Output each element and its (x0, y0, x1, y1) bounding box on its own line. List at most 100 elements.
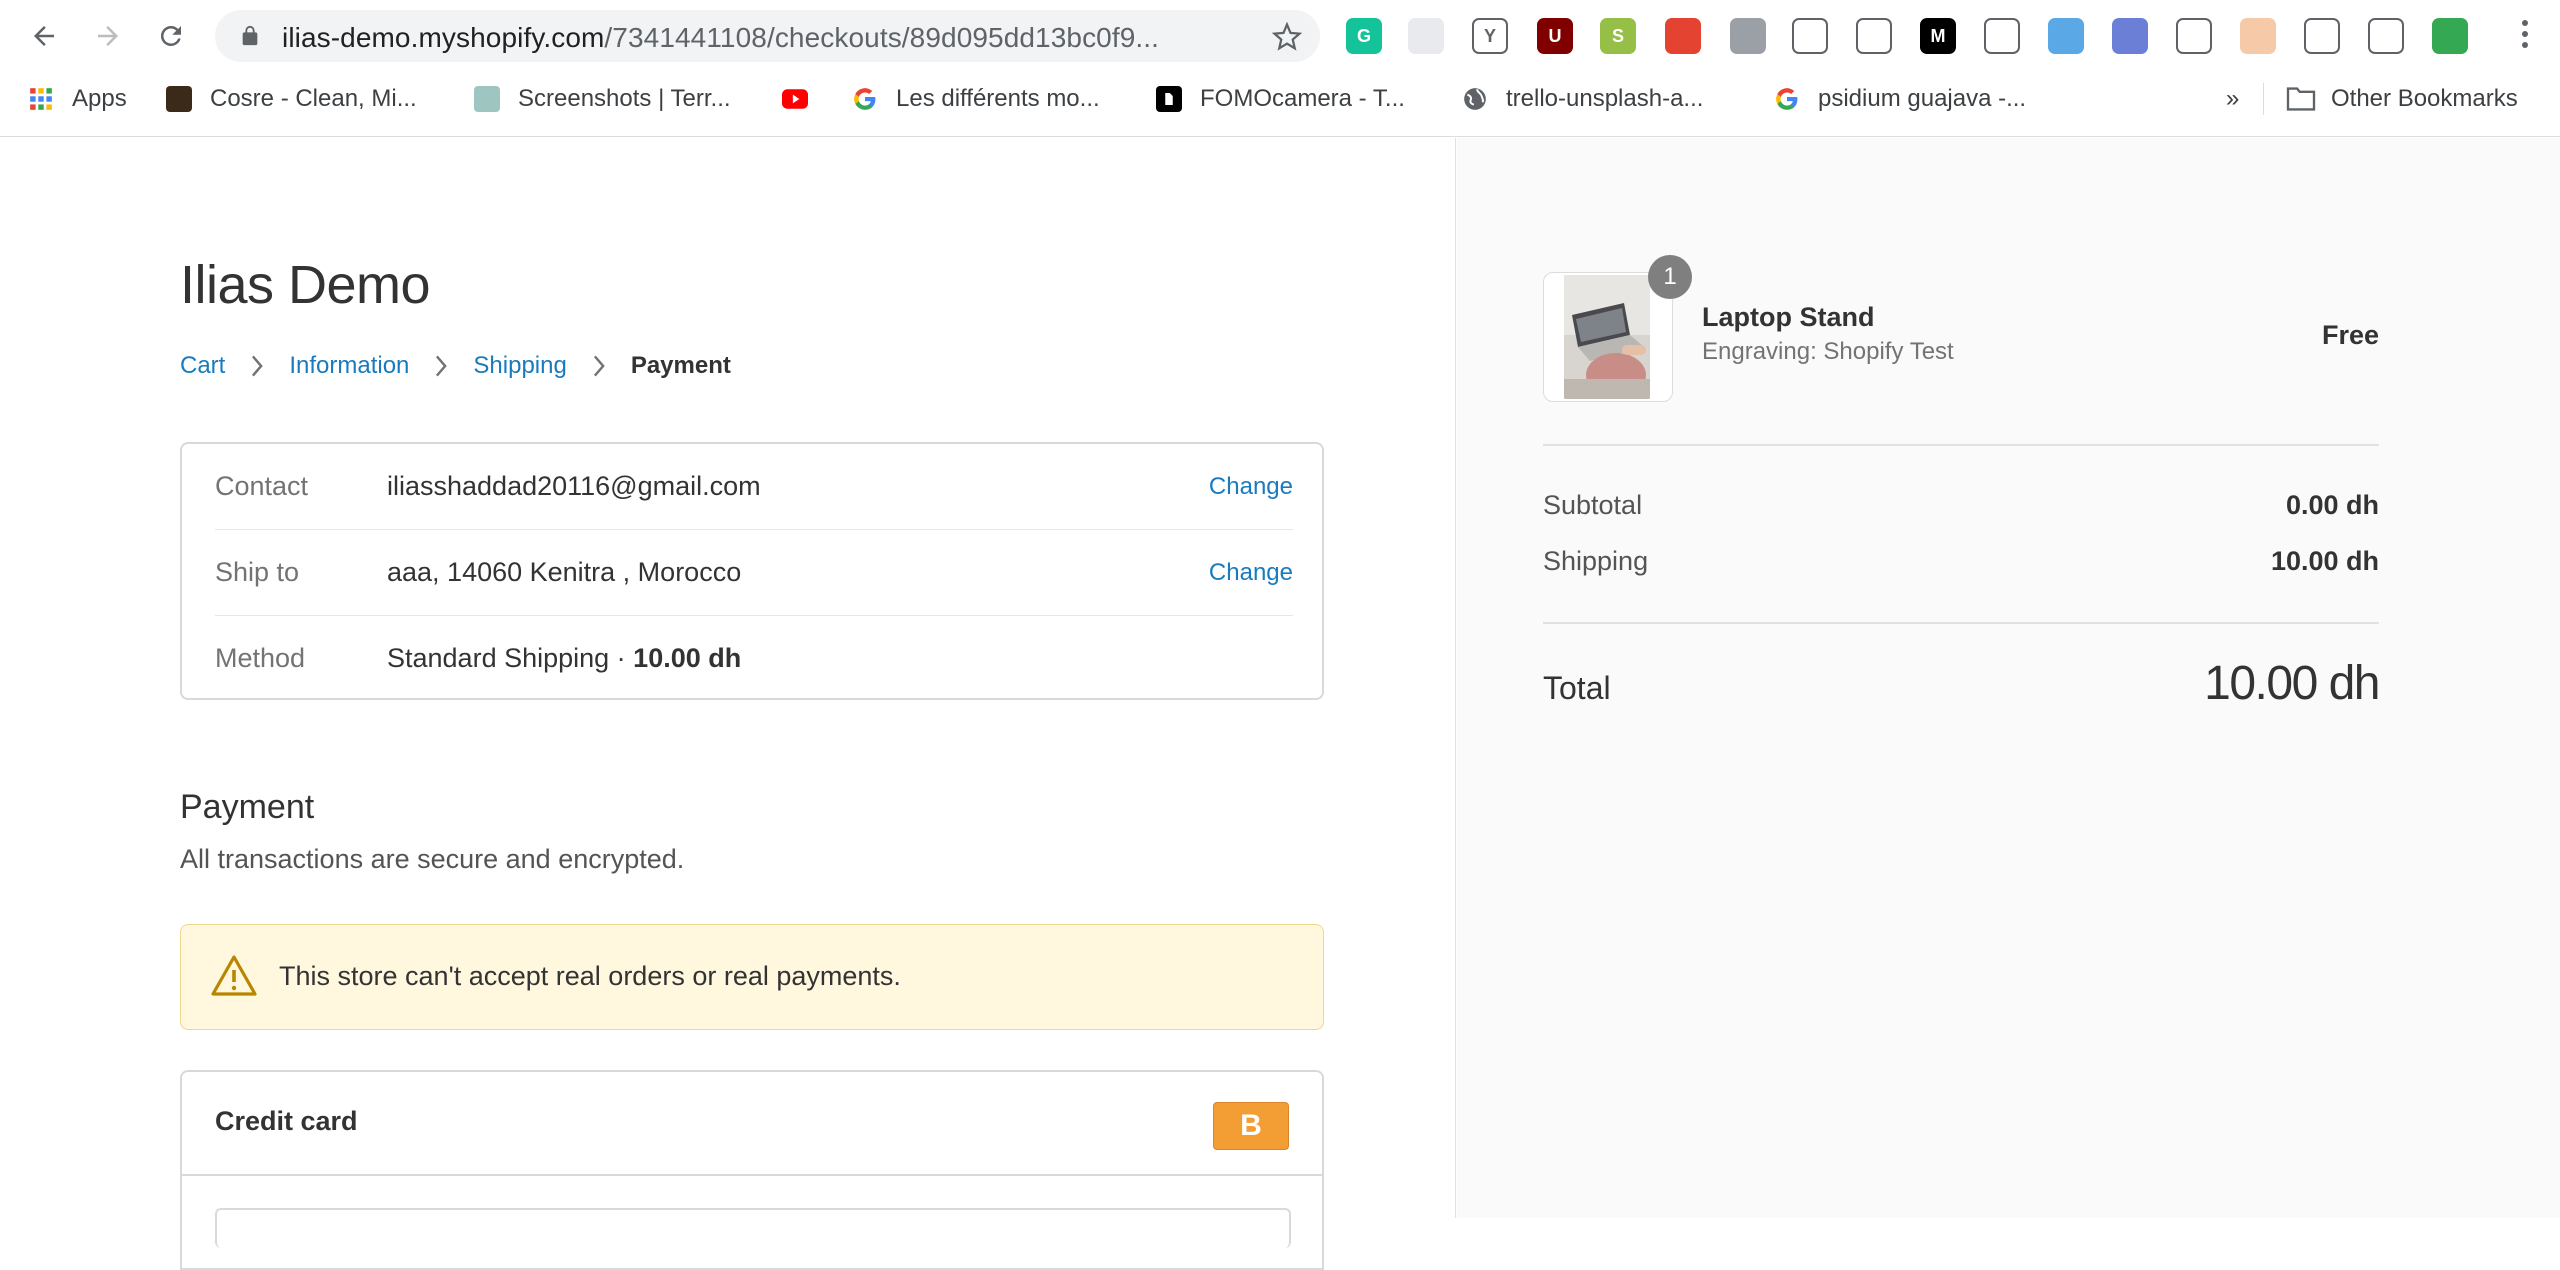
bookmark-google-2[interactable]: psidium guajava -... (1774, 82, 2026, 116)
breadcrumb-shipping[interactable]: Shipping (473, 352, 566, 380)
product-variant: Engraving: Shopify Test (1702, 338, 1954, 365)
outline-icon[interactable] (1792, 18, 1828, 54)
other-bookmarks-label: Other Bookmarks (2331, 85, 2518, 112)
breadcrumb-information[interactable]: Information (289, 352, 409, 380)
checkout-page: Ilias Demo Cart Information Shipping Pay… (0, 138, 2560, 1270)
product-image (1564, 275, 1650, 399)
ship-to-value: aaa, 14060 Kenitra , Morocco (387, 557, 742, 587)
checkout-main: Ilias Demo Cart Information Shipping Pay… (0, 138, 1456, 1270)
bookmark-label: Les différents mo... (896, 85, 1100, 112)
chevron-right-icon (593, 355, 605, 377)
bookmark-youtube[interactable] (782, 82, 808, 116)
ship-to-label: Ship to (215, 557, 300, 587)
bookmark-trello-unsplash[interactable]: trello-unsplash-a... (1462, 82, 1703, 116)
credit-card-label: Credit card (215, 1106, 358, 1136)
method-label: Method (215, 643, 306, 673)
laptop-stand-photo-icon (1564, 275, 1650, 399)
product-thumbnail: 1 (1543, 255, 1692, 402)
forward-arrow-icon (98, 26, 118, 46)
card-number-field[interactable] (215, 1208, 1291, 1248)
screenshots-icon (474, 86, 500, 112)
puzzle-extensions-icon[interactable] (2368, 18, 2404, 54)
subtotal-value: 0.00 dh (2285, 490, 2379, 520)
bookmark-label: Screenshots | Terr... (518, 85, 731, 112)
todoist-icon[interactable] (1665, 18, 1701, 54)
address-bar[interactable]: ilias-demo.myshopify.com/7341441108/chec… (215, 10, 1320, 62)
url-host: ilias-demo.myshopify.com (282, 22, 605, 53)
yoast-icon[interactable]: Y (1472, 18, 1508, 54)
bookmarks-overflow-button[interactable]: » (2226, 82, 2239, 116)
reload-icon (160, 25, 181, 46)
contact-value: iliasshaddad20116@gmail.com (387, 471, 761, 501)
fomocamera-icon (1156, 86, 1182, 112)
review-block: Contact iliasshaddad20116@gmail.com Chan… (180, 442, 1324, 700)
summary-divider (1543, 622, 2379, 624)
shopify-icon[interactable]: S (1600, 18, 1636, 54)
lock-icon (242, 25, 258, 46)
react-devtools-icon[interactable] (1408, 18, 1444, 54)
order-summary: 1 Laptop Stand Engraving: Shopify Test F… (1457, 138, 2560, 1218)
reload-button[interactable] (151, 16, 191, 56)
method-name: Standard Shipping · (387, 643, 634, 673)
bookmark-screenshots[interactable]: Screenshots | Terr... (474, 82, 731, 116)
lighthouse-icon[interactable] (2112, 18, 2148, 54)
ublock-icon[interactable]: U (1537, 18, 1573, 54)
store-title[interactable]: Ilias Demo (180, 254, 431, 316)
method-price: 10.00 dh (633, 643, 742, 673)
notice-text: This store can't accept real orders or r… (279, 961, 901, 991)
review-row-ship-to: Ship to aaa, 14060 Kenitra , Morocco Cha… (215, 530, 1293, 616)
cloud-icon[interactable] (1984, 18, 2020, 54)
bogus-card-icon: B (1213, 1102, 1289, 1150)
url-path: /7341441108/checkouts/89d095dd13bc0f9... (604, 22, 1160, 53)
bookmark-star-icon[interactable] (1272, 22, 1302, 52)
summary-divider (1543, 444, 2379, 446)
browser-chrome: ilias-demo.myshopify.com/7341441108/chec… (0, 0, 2560, 137)
test-store-notice: This store can't accept real orders or r… (180, 924, 1324, 1030)
search-ext-icon[interactable] (2048, 18, 2084, 54)
total-label: Total (1543, 670, 1611, 706)
credit-card-option[interactable]: Credit card B (182, 1072, 1322, 1176)
cosre-icon (166, 86, 192, 112)
product-name: Laptop Stand (1702, 302, 1875, 332)
payment-section-subtitle: All transactions are secure and encrypte… (180, 844, 685, 874)
other-bookmarks-folder[interactable]: Other Bookmarks (2285, 82, 2518, 116)
bookmark-label: psidium guajava -... (1818, 85, 2027, 112)
bookmark-apps[interactable]: Apps (28, 82, 127, 116)
grammarly-icon[interactable]: G (1346, 18, 1382, 54)
bookmarks-separator (2263, 83, 2264, 115)
bookmark-google-1[interactable]: Les différents mo... (852, 82, 1100, 116)
folder-icon (2286, 87, 2316, 111)
payment-section-title: Payment (180, 788, 315, 826)
youtube-icon (782, 86, 808, 112)
eyedropper-icon[interactable] (2176, 18, 2212, 54)
breadcrumb-cart[interactable]: Cart (180, 352, 225, 380)
clockify-icon[interactable] (1730, 18, 1766, 54)
method-value: Standard Shipping · 10.00 dh (387, 643, 741, 674)
review-row-method: Method Standard Shipping · 10.00 dh (215, 616, 1293, 702)
quantity-badge: 1 (1648, 255, 1692, 299)
globe-icon (1462, 86, 1488, 112)
chevron-right-icon (252, 355, 264, 377)
avatar-ext-icon[interactable] (2240, 18, 2276, 54)
bookmark-label: Apps (72, 85, 127, 112)
bookmark-fomocamera[interactable]: FOMOcamera - T... (1156, 82, 1405, 116)
back-button[interactable] (24, 16, 64, 56)
change-contact-link[interactable]: Change (1209, 473, 1293, 501)
mercury-icon[interactable]: M (1920, 18, 1956, 54)
back-arrow-icon (34, 26, 54, 46)
warning-icon (211, 955, 257, 996)
change-ship-to-link[interactable]: Change (1209, 559, 1293, 587)
forward-button[interactable] (88, 16, 128, 56)
review-row-contact: Contact iliasshaddad20116@gmail.com Chan… (215, 444, 1293, 530)
subtotal-label: Subtotal (1543, 490, 1643, 520)
product-price: Free (2321, 320, 2379, 350)
bookmark-cosre[interactable]: Cosre - Clean, Mi... (166, 82, 417, 116)
browser-menu-icon[interactable] (2520, 20, 2530, 52)
bars-ext-icon[interactable] (2304, 18, 2340, 54)
shipping-label: Shipping (1543, 546, 1649, 576)
history-icon[interactable] (1856, 18, 1892, 54)
google-icon (1774, 86, 1800, 112)
chip-ext-icon[interactable] (2432, 18, 2468, 54)
browser-toolbar: ilias-demo.myshopify.com/7341441108/chec… (0, 0, 2560, 72)
breadcrumb: Cart Information Shipping Payment (180, 352, 731, 380)
